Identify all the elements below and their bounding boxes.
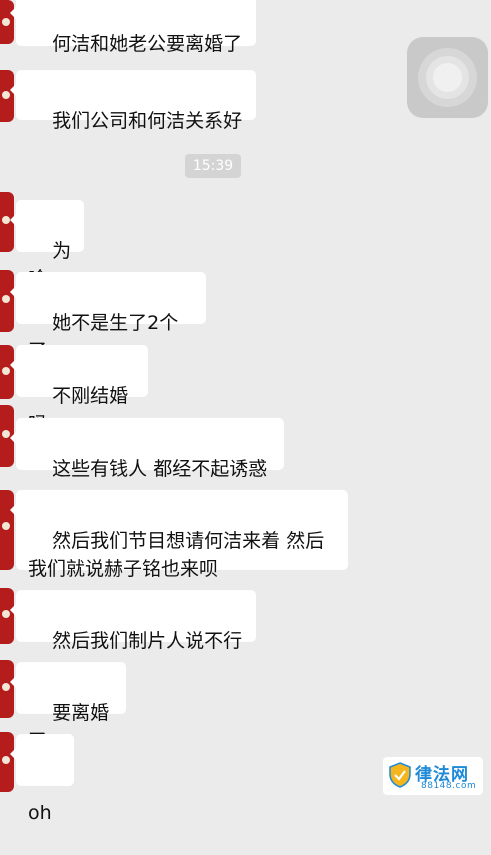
assistive-touch-icon-core [433, 63, 462, 92]
message-bubble[interactable]: 然后我们制片人说不行 [10, 590, 256, 652]
watermark-url: 88148.com [421, 781, 477, 791]
message-bubble[interactable]: 然后我们节目想请何洁来着 然后 我们就说赫子铭也来呗 [10, 490, 348, 580]
message-bubble[interactable]: 要离婚了 [10, 662, 126, 752]
message-text: oh [28, 802, 52, 824]
message-text: 这些有钱人 都经不起诱惑 [52, 458, 268, 480]
shield-icon [389, 762, 411, 788]
assistive-touch-button[interactable] [407, 37, 488, 118]
message-bubble[interactable]: 为啥 [10, 200, 84, 290]
message-text: 何洁和她老公要离婚了 [52, 33, 243, 55]
message-text: 然后我们制片人说不行 [52, 630, 243, 652]
message-bubble[interactable]: oh [10, 734, 74, 824]
message-bubble[interactable]: 这些有钱人 都经不起诱惑 [10, 418, 284, 480]
message-bubble[interactable]: 何洁和她老公要离婚了 [10, 0, 256, 55]
timestamp: 15:39 [185, 154, 241, 178]
contact-avatar[interactable] [0, 588, 14, 644]
message-bubble[interactable]: 不刚结婚吗 [10, 345, 148, 435]
contact-avatar[interactable] [0, 732, 14, 792]
message-text: 然后我们节目想请何洁来着 然后 我们就说赫子铭也来呗 [28, 530, 325, 580]
contact-avatar[interactable] [0, 345, 14, 399]
contact-avatar[interactable] [0, 490, 14, 570]
contact-avatar[interactable] [0, 270, 14, 332]
contact-avatar[interactable] [0, 70, 14, 122]
message-text: 我们公司和何洁关系好 [52, 110, 243, 132]
message-bubble[interactable]: 我们公司和何洁关系好 [10, 70, 256, 132]
message-bubble[interactable]: 她不是生了2个了 [10, 272, 206, 362]
contact-avatar[interactable] [0, 660, 14, 718]
watermark-logo: 律法网 88148.com [383, 757, 483, 795]
